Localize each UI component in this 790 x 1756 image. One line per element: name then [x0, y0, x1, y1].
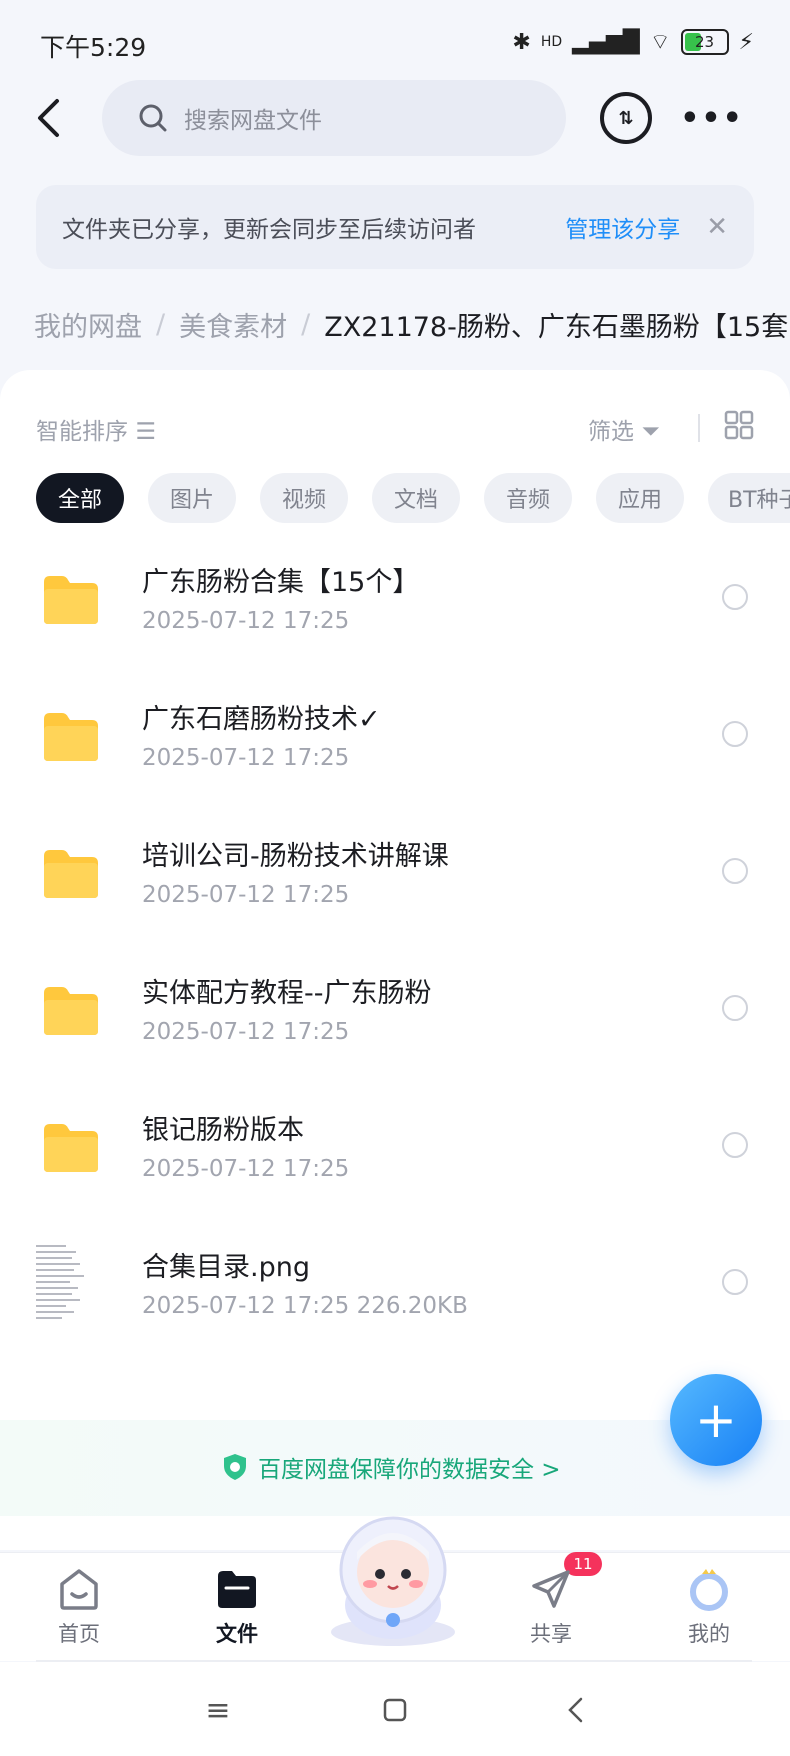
shield-icon — [224, 1454, 246, 1480]
breadcrumb-separator: / — [301, 308, 311, 340]
back-button[interactable] — [22, 88, 74, 148]
sort-label: 智能排序 — [36, 419, 128, 445]
select-checkbox[interactable] — [722, 584, 748, 610]
breadcrumb-item-current: ZX21178-肠粉、广东石墨肠粉【15套 — [324, 311, 789, 343]
safety-link[interactable]: 百度网盘保障你的数据安全 > — [222, 1450, 561, 1484]
file-row[interactable]: 合集目录.png 2025-07-12 17:25 226.20KB — [0, 1221, 790, 1357]
back-arrow-icon — [38, 99, 59, 137]
file-row[interactable]: 实体配方教程--广东肠粉 2025-07-12 17:25 — [0, 947, 790, 1083]
close-banner-button[interactable]: ✕ — [706, 212, 728, 242]
chip-audio[interactable]: 音频 — [484, 473, 572, 523]
back-nav-icon[interactable] — [555, 1690, 595, 1730]
file-name: 广东肠粉合集【15个】 — [142, 567, 420, 598]
chip-images[interactable]: 图片 — [148, 473, 236, 523]
share-banner: 文件夹已分享，更新会同步至后续访问者 管理该分享 ✕ — [36, 185, 754, 269]
search-bar[interactable]: 搜索网盘文件 — [102, 80, 566, 156]
more-options-button[interactable]: ••• — [680, 92, 742, 144]
send-icon — [532, 1570, 570, 1608]
folder-icon — [44, 1124, 98, 1172]
filter-icon: ⏷ — [641, 419, 660, 445]
file-meta: 2025-07-12 17:25 — [142, 745, 350, 771]
profile-icon — [690, 1569, 728, 1611]
chevron-left-icon — [568, 1697, 583, 1723]
manage-share-link[interactable]: 管理该分享 — [565, 210, 680, 244]
file-name: 合集目录.png — [142, 1252, 310, 1283]
select-checkbox[interactable] — [722, 995, 748, 1021]
file-name: 实体配方教程--广东肠粉 — [142, 978, 432, 1009]
safety-text: 百度网盘保障你的数据安全 > — [258, 1457, 561, 1483]
filter-label: 筛选 — [588, 419, 634, 445]
breadcrumb-item-parent[interactable]: 美食素材 — [179, 305, 287, 344]
file-row[interactable]: 广东肠粉合集【15个】 2025-07-12 17:25 — [0, 536, 790, 672]
transfer-arrows-icon: ⇅ — [618, 107, 634, 129]
status-time: 下午5:29 — [40, 33, 147, 62]
chip-all[interactable]: 全部 — [36, 473, 124, 523]
select-checkbox[interactable] — [722, 1269, 748, 1295]
folder-icon — [218, 1571, 256, 1608]
mascot-icon[interactable] — [318, 1510, 468, 1650]
select-checkbox[interactable] — [722, 721, 748, 747]
wifi-icon: ⌔ — [649, 30, 671, 55]
share-banner-text: 文件夹已分享，更新会同步至后续访问者 — [62, 217, 476, 243]
chip-documents[interactable]: 文档 — [372, 473, 460, 523]
file-row[interactable]: 培训公司-肠粉技术讲解课 2025-07-12 17:25 — [0, 810, 790, 946]
file-meta: 2025-07-12 17:25 — [142, 1019, 350, 1045]
grid-view-icon[interactable] — [724, 410, 754, 440]
tab-files-label: 文件 — [216, 1622, 258, 1646]
file-meta: 2025-07-12 17:25 — [142, 1156, 350, 1182]
menu-icon[interactable]: ≡ — [198, 1690, 238, 1730]
battery-icon: 23 — [680, 29, 729, 55]
bluetooth-icon: ✱ — [512, 29, 531, 55]
file-name: 银记肠粉版本 — [142, 1115, 304, 1146]
breadcrumb-separator: / — [156, 308, 166, 340]
select-checkbox[interactable] — [722, 1132, 748, 1158]
add-button[interactable]: + — [670, 1374, 762, 1466]
status-bar: 下午5:29 ✱ HD ▂▄▆█ ⌔ 23 ⚡ — [0, 0, 790, 90]
file-meta: 2025-07-12 17:25 — [142, 608, 350, 634]
breadcrumb: 我的网盘 / 美食素材 / ZX21178-肠粉、广东石墨肠粉【15套 — [34, 302, 790, 346]
chip-apps[interactable]: 应用 — [596, 473, 684, 523]
tab-me-label: 我的 — [688, 1622, 730, 1646]
sort-button[interactable]: 智能排序 ☰ — [36, 412, 156, 446]
file-name: 培训公司-肠粉技术讲解课 — [142, 841, 449, 872]
search-icon — [139, 104, 167, 132]
select-checkbox[interactable] — [722, 858, 748, 884]
file-row[interactable]: 广东石磨肠粉技术✓ 2025-07-12 17:25 — [0, 673, 790, 809]
home-square-icon[interactable] — [375, 1690, 415, 1730]
filter-button[interactable]: 筛选 ⏷ — [588, 412, 660, 446]
charging-icon: ⚡ — [738, 29, 754, 55]
folder-icon — [44, 987, 98, 1035]
chip-bt-torrents[interactable]: BT种子 — [708, 473, 790, 523]
tab-me[interactable]: 我的 — [659, 1560, 759, 1660]
tab-home[interactable]: 首页 — [29, 1560, 129, 1660]
signal-icon: HD — [540, 34, 563, 50]
signal-bars-icon: ▂▄▆█ — [572, 29, 640, 55]
more-dots-icon: ••• — [680, 100, 744, 136]
folder-icon — [44, 713, 98, 761]
toolbar-divider — [698, 414, 700, 442]
tab-files[interactable]: 文件 — [187, 1560, 287, 1660]
search-input[interactable]: 搜索网盘文件 — [184, 101, 322, 135]
tab-share-label: 共享 — [530, 1622, 572, 1646]
transfer-list-button[interactable]: ⇅ — [600, 92, 652, 144]
breadcrumb-item-root[interactable]: 我的网盘 — [34, 305, 142, 344]
file-name: 广东石磨肠粉技术✓ — [142, 704, 381, 735]
square-icon — [383, 1698, 407, 1722]
sort-icon: ☰ — [135, 419, 156, 445]
status-icons: ✱ HD ▂▄▆█ ⌔ 23 ⚡ — [512, 28, 754, 56]
tab-share[interactable]: 共享 — [501, 1560, 601, 1660]
file-meta: 2025-07-12 17:25 — [142, 882, 350, 908]
folder-icon — [44, 850, 98, 898]
tab-home-label: 首页 — [58, 1622, 100, 1646]
file-meta: 2025-07-12 17:25 226.20KB — [142, 1293, 468, 1319]
folder-icon — [44, 576, 98, 624]
image-thumbnail — [34, 1241, 94, 1325]
home-icon — [60, 1569, 98, 1610]
file-row[interactable]: 银记肠粉版本 2025-07-12 17:25 — [0, 1084, 790, 1220]
chip-videos[interactable]: 视频 — [260, 473, 348, 523]
category-chips: 全部 图片 视频 文档 音频 应用 BT种子 — [36, 473, 790, 523]
